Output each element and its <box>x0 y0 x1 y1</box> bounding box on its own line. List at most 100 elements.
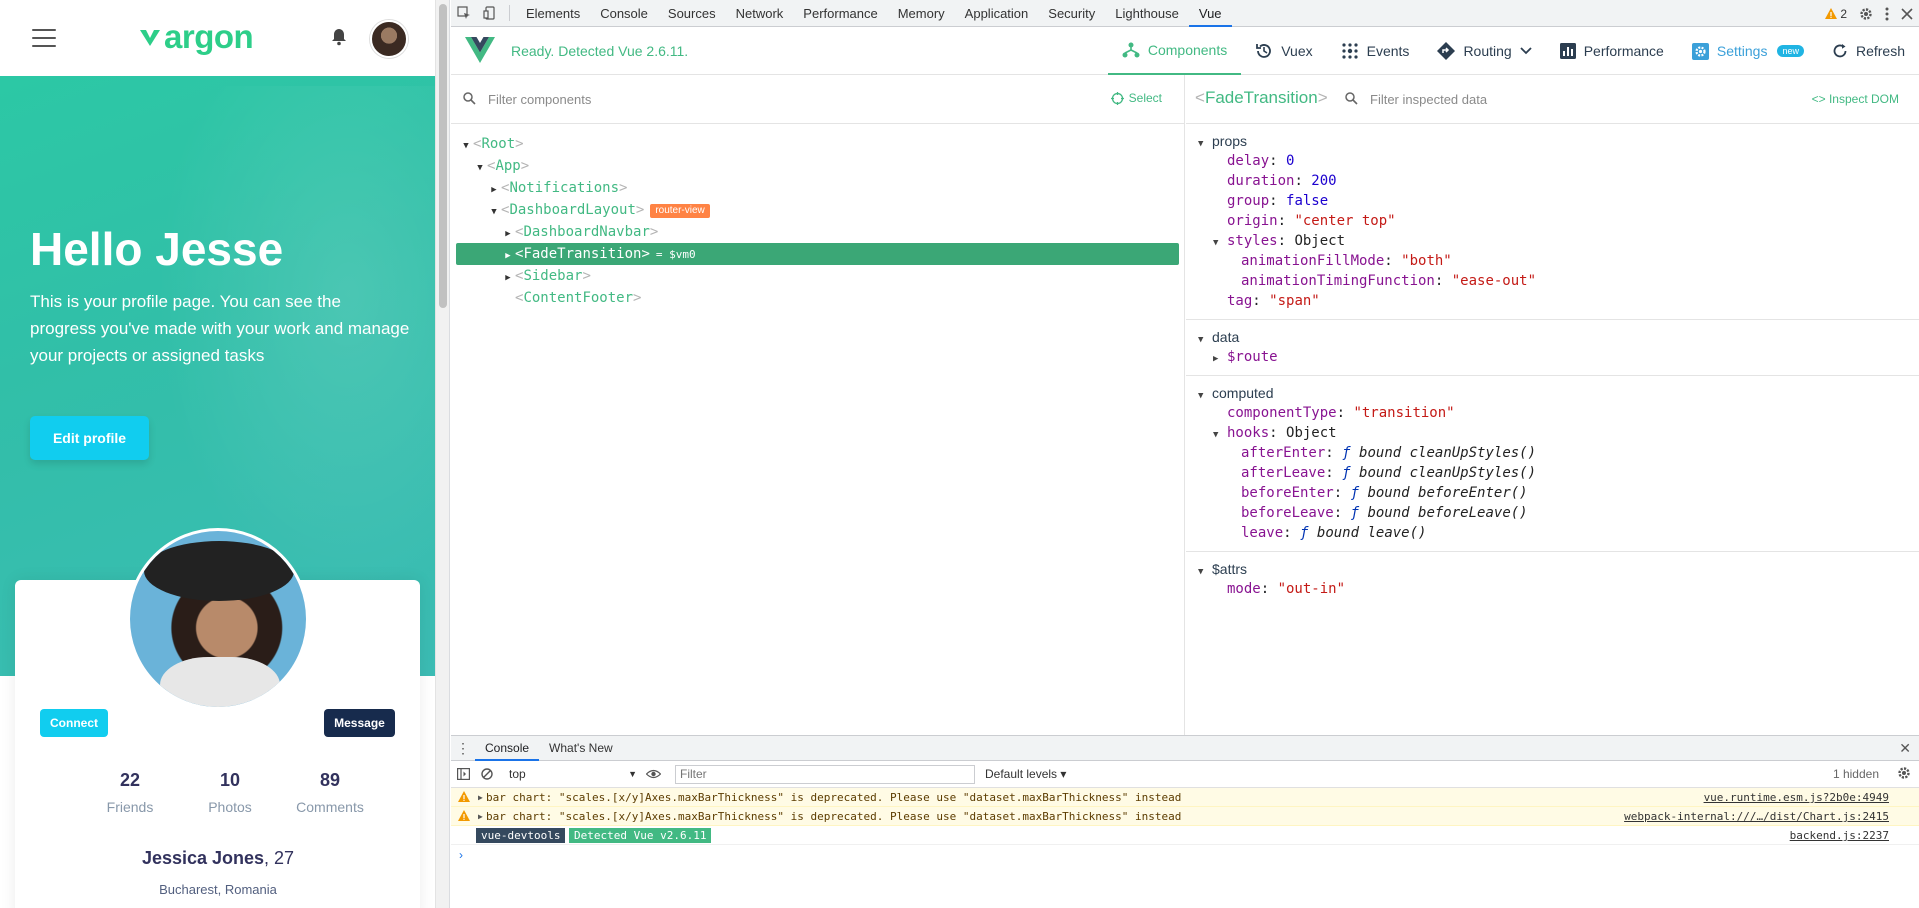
tab-lighthouse[interactable]: Lighthouse <box>1105 0 1189 27</box>
detected-vue-tag: Detected Vue v2.6.11 <box>569 828 712 843</box>
eye-icon[interactable] <box>641 769 665 779</box>
device-toolbar-icon[interactable] <box>477 0 503 27</box>
console-settings-icon[interactable] <box>1897 766 1911 780</box>
close-drawer-icon[interactable]: ✕ <box>1899 740 1911 757</box>
settings-icon <box>1691 42 1709 60</box>
attrs-section: ▼ $attrs mode: "out-in" <box>1186 552 1919 607</box>
profile-location: Bucharest, Romania <box>159 882 277 897</box>
inspector-header: <FadeTransition> <> Inspect DOM <box>1186 75 1919 124</box>
bar-chart-icon <box>1559 43 1576 59</box>
nav-refresh[interactable]: Refresh <box>1818 27 1919 75</box>
tree-node-dashboardnavbar[interactable]: ▶ <DashboardNavbar> <box>451 221 1184 243</box>
menu-icon[interactable] <box>32 29 56 47</box>
devtools-panel: Elements Console Sources Network Perform… <box>451 0 1919 908</box>
tab-console[interactable]: Console <box>590 0 658 27</box>
prop-group: group: false <box>1227 193 1329 209</box>
warnings-counter[interactable]: 2 <box>1825 7 1847 21</box>
hook-before-enter: beforeEnter: ƒ bound beforeEnter() <box>1241 485 1528 501</box>
close-icon[interactable] <box>1901 7 1913 20</box>
tab-vue[interactable]: Vue <box>1188 0 1232 27</box>
profile-name: Jessica Jones, 27 <box>141 848 295 868</box>
nav-components[interactable]: Components <box>1107 27 1242 75</box>
drawer-tabbar: ⋮ Console What's New ✕ <box>451 736 1919 761</box>
nav-performance[interactable]: Performance <box>1546 27 1678 75</box>
stat-comments: 89 Comments <box>296 770 364 815</box>
tab-memory[interactable]: Memory <box>888 0 955 27</box>
hero-text: This is your profile page. You can see t… <box>30 292 410 365</box>
console-warning[interactable]: ▶ bar chart: "scales.[x/y]Axes.maxBarThi… <box>451 788 1919 807</box>
vue-nav: Components Vuex Events Routing Performan… <box>1107 27 1919 75</box>
nav-vuex[interactable]: Vuex <box>1241 27 1326 75</box>
tab-sources[interactable]: Sources <box>658 0 726 27</box>
events-icon <box>1342 43 1358 59</box>
computed-hooks[interactable]: ▼ hooks: Object <box>1186 423 1919 443</box>
page-scrollbar[interactable] <box>436 0 450 908</box>
clear-console-icon[interactable] <box>475 768 499 780</box>
tree-node-dashboardlayout[interactable]: ▼ <DashboardLayout> router-view <box>451 199 1184 221</box>
inspected-data-filter-input[interactable] <box>1370 89 1670 109</box>
drawer-tab-console[interactable]: Console <box>475 736 540 761</box>
prop-animation-fill-mode: animationFillMode: "both" <box>1241 253 1452 269</box>
bell-icon[interactable] <box>331 28 347 46</box>
prop-delay: delay: 0 <box>1227 153 1295 169</box>
drawer-menu-icon[interactable]: ⋮ <box>451 740 475 757</box>
refresh-icon <box>1833 44 1847 58</box>
edit-profile-button[interactable]: Edit profile <box>30 416 149 460</box>
tree-node-fadetransition[interactable]: ▶ <FadeTransition> = $vm0 <box>456 243 1179 265</box>
message-source-link[interactable]: vue.runtime.esm.js?2b0e:4949 <box>1704 788 1889 807</box>
tree-node-contentfooter[interactable]: <ContentFooter> <box>451 287 1184 309</box>
hero-title: Hello Jesse <box>30 223 284 275</box>
connect-button[interactable]: Connect <box>40 709 108 737</box>
tab-security[interactable]: Security <box>1038 0 1105 27</box>
console-warning[interactable]: ▶ bar chart: "scales.[x/y]Axes.maxBarThi… <box>451 807 1919 826</box>
tree-node-app[interactable]: ▼ <App> <box>451 155 1184 177</box>
section-toggle-data[interactable]: ▼ data <box>1186 327 1919 347</box>
section-toggle-attrs[interactable]: ▼ $attrs <box>1186 559 1919 579</box>
warning-icon <box>458 791 470 802</box>
computed-component-type: componentType: "transition" <box>1227 405 1455 421</box>
nav-settings[interactable]: Settings new <box>1678 27 1818 75</box>
logo-text: argon <box>164 18 254 55</box>
sidebar-toggle-icon[interactable] <box>451 768 475 780</box>
profile-photo <box>127 528 309 710</box>
tree-node-sidebar[interactable]: ▶ <Sidebar> <box>451 265 1184 287</box>
inspect-dom-button[interactable]: <> Inspect DOM <box>1812 92 1899 106</box>
attr-mode: mode: "out-in" <box>1227 581 1346 597</box>
tab-network[interactable]: Network <box>726 0 794 27</box>
components-icon <box>1122 42 1140 58</box>
section-toggle-props[interactable]: ▼ props <box>1186 131 1919 151</box>
routing-icon <box>1437 42 1456 60</box>
vm-ref-label: = $vm0 <box>655 248 696 261</box>
prop-origin: origin: "center top" <box>1227 213 1396 229</box>
vue-logo-icon <box>465 37 495 63</box>
argon-logo[interactable]: argon <box>139 18 254 55</box>
tab-performance[interactable]: Performance <box>793 0 887 27</box>
tree-node-notifications[interactable]: ▶ <Notifications> <box>451 177 1184 199</box>
inspect-element-icon[interactable] <box>451 0 477 27</box>
vue-devtools-header: Ready. Detected Vue 2.6.11. Components V… <box>451 27 1919 75</box>
crosshair-icon <box>1110 91 1124 105</box>
context-select[interactable]: top ▼ <box>505 765 641 784</box>
select-component-button[interactable]: Select <box>1110 91 1162 105</box>
nav-routing[interactable]: Routing <box>1423 27 1545 75</box>
message-source-link[interactable]: webpack-internal:///…/dist/Chart.js:2415 <box>1624 807 1889 826</box>
tab-elements[interactable]: Elements <box>516 0 590 27</box>
message-button[interactable]: Message <box>324 709 395 737</box>
tab-application[interactable]: Application <box>955 0 1039 27</box>
console-prompt[interactable]: › <box>451 845 1919 865</box>
component-tree-pane: Select ▼<Root> ▼<App> ▶<Notifications> ▼… <box>451 75 1185 735</box>
nav-events[interactable]: Events <box>1327 27 1424 75</box>
user-avatar[interactable] <box>370 20 408 58</box>
console-filter-input[interactable] <box>675 764 975 784</box>
message-source-link[interactable]: backend.js:2237 <box>1790 826 1889 845</box>
hook-after-leave: afterLeave: ƒ bound cleanUpStyles() <box>1241 465 1537 481</box>
prop-styles[interactable]: ▼ styles: Object <box>1186 231 1919 251</box>
section-toggle-computed[interactable]: ▼ computed <box>1186 383 1919 403</box>
more-menu-icon[interactable] <box>1885 7 1889 21</box>
drawer-tab-whats-new[interactable]: What's New <box>539 736 623 761</box>
log-levels-dropdown[interactable]: Default levels ▾ <box>985 767 1066 781</box>
gear-icon[interactable] <box>1859 7 1873 21</box>
tree-node-root[interactable]: ▼ <Root> <box>451 133 1184 155</box>
data-route[interactable]: ▶ $route <box>1186 347 1919 367</box>
component-filter-input[interactable] <box>488 89 1028 109</box>
